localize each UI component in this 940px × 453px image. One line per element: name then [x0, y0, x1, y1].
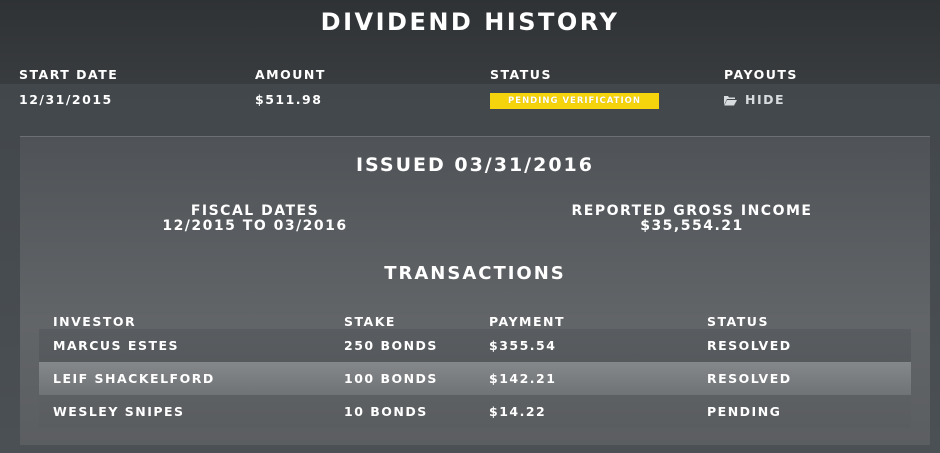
- row-status: PENDING: [707, 404, 782, 419]
- stake-value: 250 BONDS: [344, 338, 438, 353]
- payouts-hide-toggle[interactable]: HIDE: [724, 92, 785, 107]
- investor-name: LEIF SHACKELFORD: [53, 371, 215, 386]
- payout-details-panel: ISSUED 03/31/2016 FISCAL DATES 12/2015 T…: [20, 136, 930, 445]
- transactions-title: TRANSACTIONS: [384, 263, 566, 284]
- table-row[interactable]: WESLEY SNIPES 10 BONDS $14.22 PENDING: [39, 395, 911, 428]
- header-start-date: START DATE: [19, 67, 119, 82]
- column-status: STATUS: [707, 314, 769, 329]
- hide-label: HIDE: [745, 92, 786, 107]
- issued-date: ISSUED 03/31/2016: [355, 154, 595, 176]
- header-amount: AMOUNT: [255, 67, 326, 82]
- investor-name: MARCUS ESTES: [53, 338, 180, 353]
- row-status: RESOLVED: [707, 371, 792, 386]
- payment-value: $142.21: [489, 371, 557, 386]
- stake-value: 100 BONDS: [344, 371, 438, 386]
- start-date-value: 12/31/2015: [19, 92, 113, 107]
- gross-income-label: REPORTED GROSS INCOME: [571, 203, 813, 219]
- gross-income: REPORTED GROSS INCOME $35,554.21: [532, 204, 852, 234]
- table-row[interactable]: MARCUS ESTES 250 BONDS $355.54 RESOLVED: [39, 329, 911, 362]
- table-row[interactable]: LEIF SHACKELFORD 100 BONDS $142.21 RESOL…: [39, 362, 911, 395]
- status-badge: PENDING VERIFICATION: [490, 93, 659, 109]
- column-investor: INVESTOR: [53, 314, 137, 329]
- row-status: RESOLVED: [707, 338, 792, 353]
- payment-value: $355.54: [489, 338, 557, 353]
- header-status: STATUS: [490, 67, 552, 82]
- gross-income-value: $35,554.21: [640, 218, 744, 234]
- column-payment: PAYMENT: [489, 314, 566, 329]
- header-payouts: PAYOUTS: [724, 67, 798, 82]
- column-stake: STAKE: [344, 314, 396, 329]
- fiscal-dates-value: 12/2015 TO 03/2016: [162, 218, 348, 234]
- page-title: DIVIDEND HISTORY: [320, 8, 620, 36]
- investor-name: WESLEY SNIPES: [53, 404, 185, 419]
- fiscal-dates-label: FISCAL DATES: [190, 203, 320, 219]
- stake-value: 10 BONDS: [344, 404, 428, 419]
- amount-value: $511.98: [255, 92, 323, 107]
- fiscal-dates: FISCAL DATES 12/2015 TO 03/2016: [95, 204, 415, 234]
- payment-value: $14.22: [489, 404, 547, 419]
- folder-open-icon: [724, 94, 737, 106]
